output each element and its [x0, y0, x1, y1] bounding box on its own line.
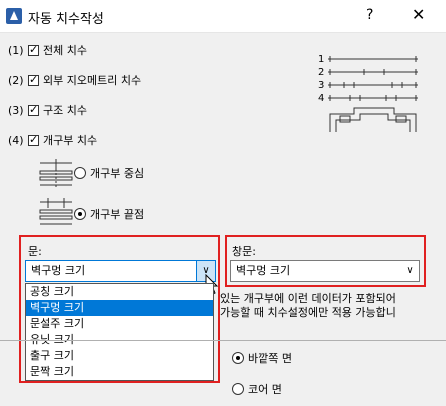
help-button[interactable]: ? [366, 7, 373, 23]
diagram-label: 1 [318, 54, 324, 65]
radio-label: 바깥쪽 면 [248, 352, 292, 365]
checkbox[interactable] [28, 133, 39, 146]
separator [0, 340, 446, 341]
option-label: 전체 치수 [43, 44, 87, 57]
door-label: 문: [28, 245, 42, 258]
radio-opening-center[interactable]: 개구부 중심 [74, 165, 144, 181]
option-number: (2) [8, 73, 24, 87]
diagram-label: 4 [318, 93, 324, 104]
dropdown-option[interactable]: 출구 크기 [26, 348, 213, 364]
option-exterior-geometry[interactable]: (2) 외부 지오메트리 치수 [8, 72, 141, 88]
checkbox[interactable] [28, 73, 39, 86]
radio-button[interactable] [232, 352, 244, 364]
option-opening-dimension[interactable]: (4) 개구부 치수 [8, 132, 97, 148]
title-bar: 자동 치수작성 ? ✕ [0, 0, 446, 33]
radio-label: 개구부 중심 [90, 167, 145, 180]
window-size-select[interactable]: 벽구멍 크기 ∨ [230, 260, 420, 282]
radio-opening-endpoint[interactable]: 개구부 끝점 [74, 206, 144, 222]
option-structure-dimension[interactable]: (3) 구조 치수 [8, 102, 87, 118]
select-value: 벽구멍 크기 [31, 264, 86, 277]
dropdown-option[interactable]: 문설주 크기 [26, 316, 213, 332]
option-label: 외부 지오메트리 치수 [43, 74, 142, 87]
diagram-label: 3 [318, 80, 324, 91]
option-number: (1) [8, 43, 24, 57]
diagram-label: 2 [318, 67, 324, 78]
door-size-select[interactable]: 벽구멍 크기 ∨ [25, 260, 216, 282]
dropdown-option[interactable]: 문짝 크기 [26, 364, 213, 380]
opening-endpoint-icon [39, 198, 73, 225]
note-line-2: 가능할 때 치수설정에만 적용 가능합니 [220, 306, 396, 319]
radio-button[interactable] [74, 208, 86, 220]
select-value: 벽구멍 크기 [236, 264, 291, 277]
close-button[interactable]: ✕ [412, 5, 425, 24]
radio-core-face[interactable]: 코어 면 [232, 381, 282, 397]
checkbox[interactable] [28, 43, 39, 56]
radio-outer-face[interactable]: 바깥쪽 면 [232, 350, 292, 366]
radio-button[interactable] [232, 383, 244, 395]
opening-center-icon [39, 159, 73, 187]
radio-label: 코어 면 [248, 383, 282, 396]
app-icon [6, 8, 22, 24]
option-number: (3) [8, 103, 24, 117]
option-number: (4) [8, 133, 24, 147]
chevron-down-icon[interactable]: ∨ [401, 261, 419, 281]
radio-button[interactable] [74, 167, 86, 179]
option-label: 구조 치수 [43, 104, 87, 117]
option-label: 개구부 치수 [43, 134, 98, 147]
window-label: 창문: [232, 245, 256, 258]
option-overall-dimension[interactable]: (1) 전체 치수 [8, 42, 87, 58]
window-title: 자동 치수작성 [28, 12, 104, 27]
door-size-dropdown[interactable]: 공칭 크기 벽구멍 크기 문설주 크기 유닛 크기 출구 크기 문짝 크기 [25, 283, 214, 381]
radio-label: 개구부 끝점 [90, 208, 145, 221]
dimension-diagram: 1 2 3 4 [318, 54, 418, 132]
checkbox[interactable] [28, 103, 39, 116]
dropdown-option[interactable]: 벽구멍 크기 [26, 300, 213, 316]
dropdown-option[interactable]: 공칭 크기 [26, 284, 213, 300]
